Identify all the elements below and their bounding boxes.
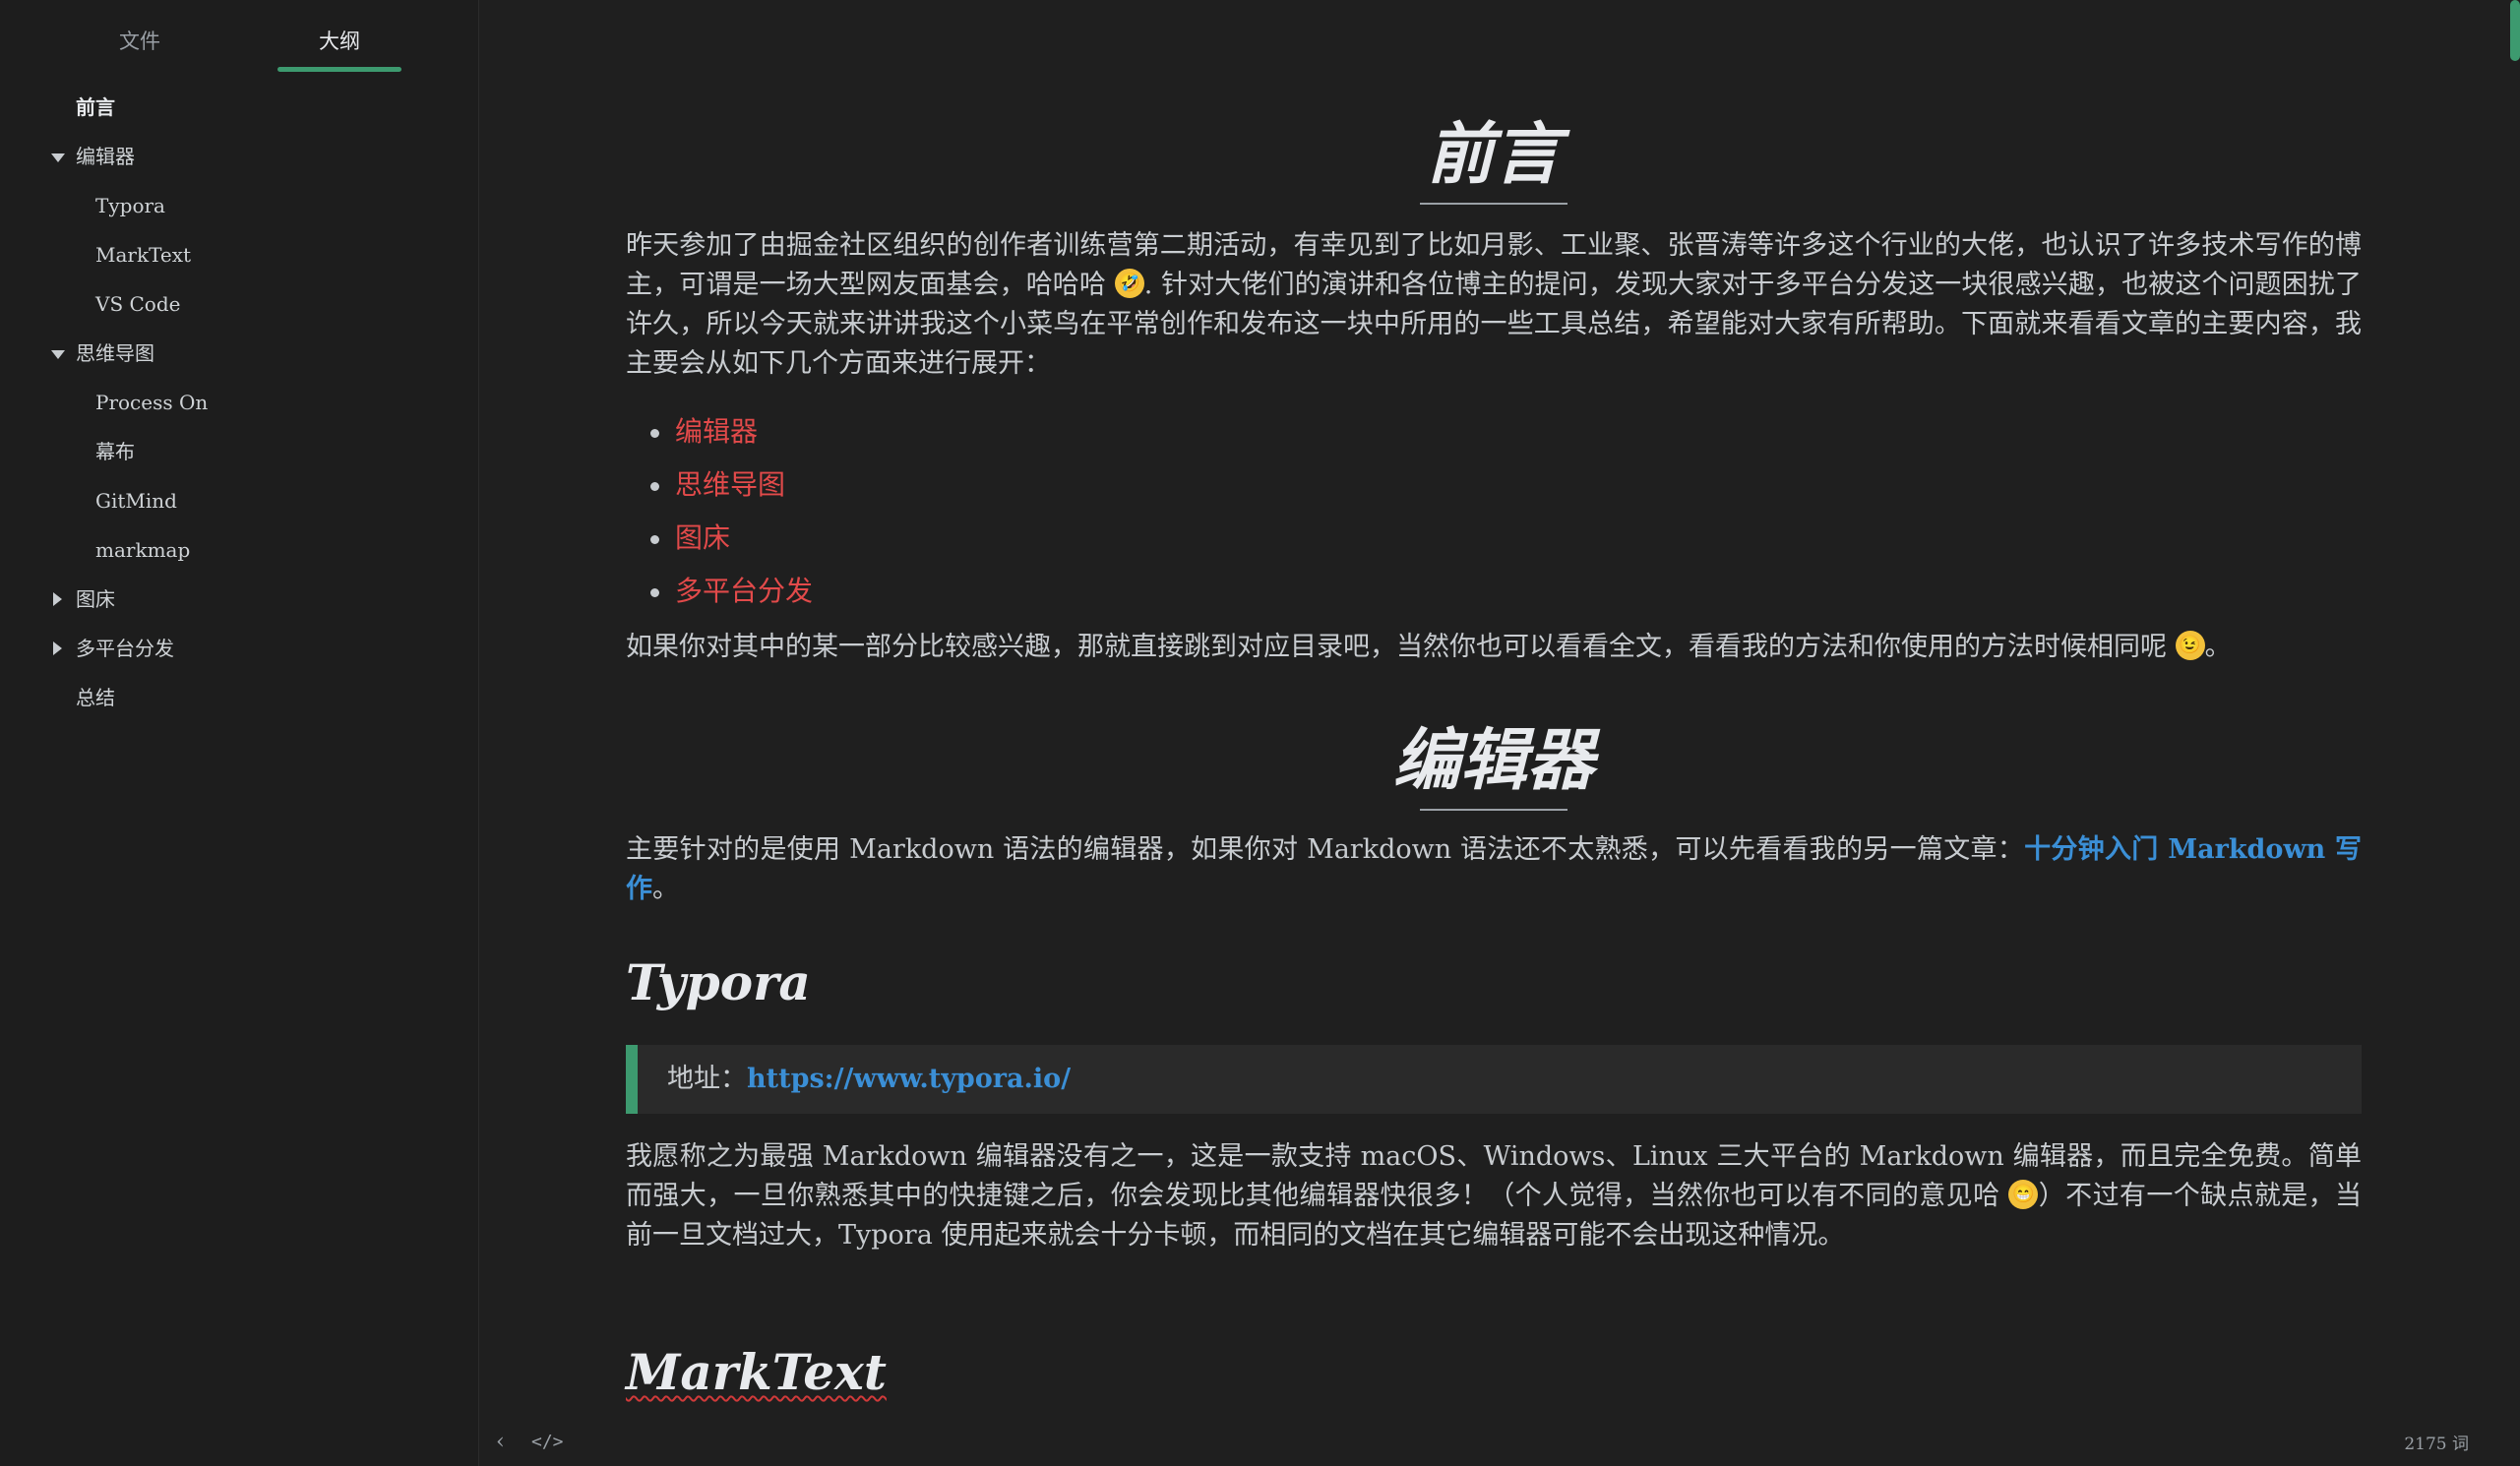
outline-item-label: VS Code bbox=[95, 292, 181, 316]
typora-window: 文件 大纲 前言 编辑器 Typora MarkText VS Code 思维导图 Proc… bbox=[0, 0, 2520, 1466]
outline-item[interactable]: MarkText bbox=[0, 238, 479, 287]
caret-right-icon[interactable] bbox=[53, 592, 62, 606]
heading-marktext: MarkText bbox=[626, 1343, 887, 1401]
toc-item[interactable]: 思维导图 bbox=[626, 458, 2362, 512]
outline-item-label: Typora bbox=[95, 194, 165, 217]
intro-paragraph: 昨天参加了由掘金社区组织的创作者训练营第二期活动，有幸见到了比如月影、工业聚、张… bbox=[626, 230, 2362, 379]
outline-item[interactable]: 多平台分发 bbox=[0, 632, 479, 681]
sidebar: 文件 大纲 前言编辑器 Typora MarkText VS Code 思维导图 Proc… bbox=[0, 0, 479, 1466]
active-tab-indicator bbox=[277, 67, 401, 72]
outline-item[interactable]: markmap bbox=[0, 533, 479, 582]
outline-item[interactable]: 编辑器 bbox=[0, 140, 479, 189]
outline-item-label: 图床 bbox=[76, 587, 115, 611]
source-code-toggle-icon[interactable]: </> bbox=[531, 1432, 564, 1452]
outline-item[interactable]: 图床 bbox=[0, 582, 479, 632]
tab-outline[interactable]: 大纲 bbox=[271, 26, 408, 55]
outline-item-label: 幕布 bbox=[95, 440, 135, 463]
toc-item[interactable]: 图床 bbox=[626, 512, 2362, 565]
tab-files[interactable]: 文件 bbox=[71, 26, 209, 55]
caret-right-icon[interactable] bbox=[53, 641, 62, 655]
outline-item[interactable]: 前言 bbox=[0, 91, 479, 140]
heading-underline bbox=[1420, 203, 1567, 205]
toc-list: 编辑器 思维导图 图床 多平台分发 bbox=[626, 405, 2362, 618]
caret-down-icon[interactable] bbox=[51, 350, 65, 359]
outline-item[interactable]: Typora bbox=[0, 189, 479, 238]
toc-item[interactable]: 多平台分发 bbox=[626, 565, 2362, 618]
editor-area[interactable]: 前言 昨天参加了由掘金社区组织的创作者训练营第二期活动，有幸见到了比如月影、工业… bbox=[480, 0, 2520, 1466]
outline-item-label: 编辑器 bbox=[76, 145, 135, 168]
toc-item[interactable]: 编辑器 bbox=[626, 405, 2362, 458]
outline-item[interactable]: VS Code bbox=[0, 287, 479, 336]
outline-item-label: MarkText bbox=[95, 243, 192, 267]
outline-list: 前言编辑器 Typora MarkText VS Code 思维导图 Process On… bbox=[0, 91, 479, 730]
outline-item[interactable]: Process On bbox=[0, 386, 479, 435]
wink-emoji-icon: 😉 bbox=[2175, 630, 2205, 660]
editor-paragraph: 主要针对的是使用 Markdown 语法的编辑器，如果你对 Markdown 语… bbox=[626, 834, 2363, 904]
grin-emoji-icon: 😁 bbox=[2008, 1179, 2039, 1209]
outline-item-label: GitMind bbox=[95, 489, 177, 513]
scrollbar-thumb[interactable] bbox=[2510, 0, 2520, 61]
sidebar-tabs: 文件 大纲 bbox=[0, 0, 479, 77]
outline-item-label: markmap bbox=[95, 538, 191, 562]
heading-preface: 前言 bbox=[626, 110, 2362, 205]
outline-item[interactable]: 思维导图 bbox=[0, 336, 479, 386]
typora-paragraph: 我愿称之为最强 Markdown 编辑器没有之一，这是一款支持 macOS、Wi… bbox=[626, 1141, 2362, 1251]
heading-typora: Typora bbox=[626, 953, 811, 1011]
heading-editor: 编辑器 bbox=[626, 716, 2362, 811]
outline-item-label: 多平台分发 bbox=[76, 637, 174, 660]
laugh-emoji-icon: 🤣 bbox=[1114, 268, 1144, 298]
document-content[interactable]: 前言 昨天参加了由掘金社区组织的创作者训练营第二期活动，有幸见到了比如月影、工业… bbox=[626, 98, 2362, 1407]
outline-item[interactable]: 幕布 bbox=[0, 435, 479, 484]
heading-underline bbox=[1420, 809, 1567, 811]
outline-item-label: 总结 bbox=[76, 686, 115, 709]
chevron-left-icon[interactable]: ‹ bbox=[496, 1430, 505, 1454]
typora-url-link[interactable]: https://www.typora.io/ bbox=[747, 1064, 1071, 1094]
caret-down-icon[interactable] bbox=[51, 153, 65, 162]
address-blockquote: 地址：https://www.typora.io/ bbox=[626, 1045, 2362, 1114]
outline-item-label: 前言 bbox=[76, 95, 115, 119]
outline-item-label: Process On bbox=[95, 391, 209, 414]
outline-item[interactable]: GitMind bbox=[0, 484, 479, 533]
outline-item[interactable]: 总结 bbox=[0, 681, 479, 730]
word-count[interactable]: 2175 词 bbox=[2404, 1430, 2469, 1454]
outline-item-label: 思维导图 bbox=[76, 341, 154, 365]
after-toc-paragraph: 如果你对其中的某一部分比较感兴趣，那就直接跳到对应目录吧，当然你也可以看看全文，… bbox=[626, 630, 2232, 662]
